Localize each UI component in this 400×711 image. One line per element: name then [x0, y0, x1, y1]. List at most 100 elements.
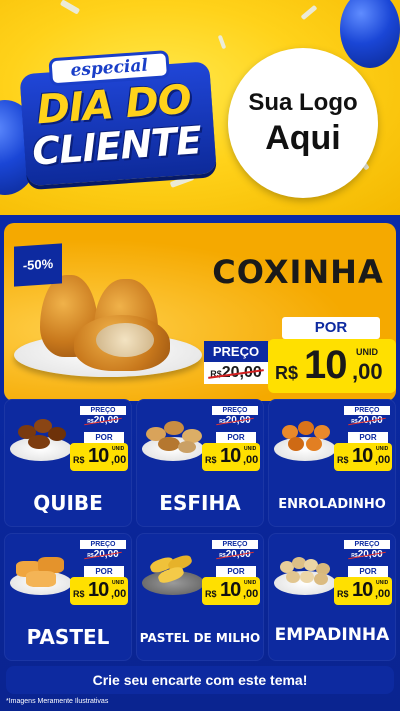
confetti-decoration	[59, 0, 81, 15]
pastel-food-image	[10, 545, 72, 599]
disclaimer-text: *Imagens Meramente Ilustrativas	[6, 698, 109, 705]
new-price-integer: 10	[352, 445, 373, 467]
product-name: QUIBE	[33, 491, 103, 515]
new-price-decimal: ,00	[243, 588, 259, 600]
new-price-integer: 10	[352, 579, 373, 601]
por-label: POR	[348, 432, 388, 443]
product-card-esfiha[interactable]: PREÇO R$20,00 POR R$ 10 UNID ,00 ESFIHA	[136, 399, 264, 527]
product-name: EMPADINHA	[274, 625, 390, 645]
enroladinho-food-image	[274, 411, 336, 465]
new-price-decimal: ,00	[111, 588, 127, 600]
confetti-decoration	[169, 174, 195, 188]
new-price-tag: R$ 10 UNID ,00	[334, 443, 392, 471]
new-price-integer: 10	[220, 445, 241, 467]
new-price-tag: R$ 10 UNID ,00	[268, 339, 396, 393]
dia-do-cliente-title: especial DIA DO CLIENTE	[9, 31, 218, 187]
old-price-amount: 20,00	[225, 415, 251, 426]
product-card-pastel[interactable]: PREÇO R$20,00 POR R$ 10 UNID ,00 PASTEL	[4, 533, 132, 661]
product-card-quibe[interactable]: PREÇO R$20,00 POR R$ 10 UNID ,00 QUIBE	[4, 399, 132, 527]
old-price-value: R$20,00	[344, 415, 390, 426]
new-price-decimal: ,00	[352, 359, 383, 384]
product-card-enroladinho[interactable]: PREÇO R$20,00 POR R$ 10 UNID ,00 ENROLAD…	[268, 399, 396, 527]
old-price-amount: 20,00	[93, 549, 119, 560]
new-price-currency: R$	[73, 589, 85, 599]
old-price-value: R$20,00	[212, 549, 258, 560]
old-price-tag: PREÇO R$20,00	[344, 406, 390, 426]
unit-label: UNID	[356, 347, 378, 357]
esfiha-food-image	[142, 411, 204, 465]
confetti-decoration	[300, 4, 318, 21]
product-name: ESFIHA	[159, 491, 241, 515]
old-price-value: R$20,00	[204, 362, 268, 384]
product-card-empadinha[interactable]: PREÇO R$20,00 POR R$ 10 UNID ,00 EMPADIN…	[268, 533, 396, 661]
logo-text-line-2: Aqui	[265, 118, 341, 157]
por-label: POR	[348, 566, 388, 577]
old-price-amount: 20,00	[357, 415, 383, 426]
old-price-tag: PREÇO R$20,00	[212, 540, 258, 560]
logo-text-line-1: Sua Logo	[248, 88, 358, 116]
balloon-right-decoration	[340, 0, 400, 68]
new-price-decimal: ,00	[111, 454, 127, 466]
pastel-de-milho-food-image	[142, 545, 204, 599]
old-price-value: R$20,00	[80, 549, 126, 560]
old-price-amount: 20,00	[225, 549, 251, 560]
new-price-currency: R$	[205, 455, 217, 465]
preco-label: PREÇO	[212, 406, 258, 415]
unit-label: UNID	[244, 446, 257, 452]
new-price-currency: R$	[337, 589, 349, 599]
unit-label: UNID	[244, 580, 257, 586]
product-name: PASTEL DE MILHO	[139, 631, 261, 645]
unit-label: UNID	[376, 580, 389, 586]
product-card-pastel-de-milho[interactable]: PREÇO R$20,00 POR R$ 10 UNID ,00 PASTEL …	[136, 533, 264, 661]
old-price-tag: PREÇO R$20,00	[212, 406, 258, 426]
preco-label: PREÇO	[204, 341, 268, 362]
new-price-integer: 10	[88, 445, 109, 467]
por-label: POR	[84, 432, 124, 443]
por-label: POR	[84, 566, 124, 577]
old-price-value: R$20,00	[212, 415, 258, 426]
cta-banner[interactable]: Crie seu encarte com este tema!	[6, 666, 394, 694]
offers-area: -50% COXINHA PREÇO R$20,00 POR R$ 10 UNI…	[0, 215, 400, 711]
por-label: POR	[216, 566, 256, 577]
coxinha-filling-graphic	[96, 323, 154, 357]
featured-offer-coxinha[interactable]: -50% COXINHA PREÇO R$20,00 POR R$ 10 UNI…	[4, 223, 396, 401]
featured-product-name: COXINHA	[212, 253, 384, 291]
new-price-tag: R$ 10 UNID ,00	[70, 443, 128, 471]
new-price-integer: 10	[304, 343, 347, 387]
product-name: ENROLADINHO	[278, 497, 386, 512]
product-name: PASTEL	[26, 625, 110, 649]
logo-placeholder[interactable]: Sua Logo Aqui	[228, 48, 378, 198]
preco-label: PREÇO	[212, 540, 258, 549]
new-price-currency: R$	[337, 455, 349, 465]
new-price-decimal: ,00	[375, 588, 391, 600]
new-price-tag: R$ 10 UNID ,00	[70, 577, 128, 605]
new-price-tag: R$ 10 UNID ,00	[334, 577, 392, 605]
unit-label: UNID	[112, 446, 125, 452]
empadinha-food-image	[274, 545, 336, 599]
old-price-amount: 20,00	[357, 549, 383, 560]
old-price-tag: PREÇO R$20,00	[344, 540, 390, 560]
new-price-currency: R$	[205, 589, 217, 599]
new-price-tag: R$ 10 UNID ,00	[202, 443, 260, 471]
new-price-currency: R$	[275, 363, 299, 383]
new-price-integer: 10	[88, 579, 109, 601]
por-label: POR	[282, 317, 380, 339]
unit-label: UNID	[112, 580, 125, 586]
preco-label: PREÇO	[80, 406, 126, 415]
confetti-decoration	[217, 34, 227, 50]
new-price-currency: R$	[73, 455, 85, 465]
old-price-value: R$20,00	[344, 549, 390, 560]
preco-label: PREÇO	[80, 540, 126, 549]
por-label: POR	[216, 432, 256, 443]
old-price-amount: 20,00	[93, 415, 119, 426]
quibe-food-image	[10, 411, 72, 465]
unit-label: UNID	[376, 446, 389, 452]
old-price-currency: R$	[210, 369, 222, 379]
header-banner: especial DIA DO CLIENTE Sua Logo Aqui	[0, 0, 400, 215]
old-price-tag: PREÇO R$20,00	[204, 341, 268, 384]
new-price-decimal: ,00	[375, 454, 391, 466]
old-price-value: R$20,00	[80, 415, 126, 426]
preco-label: PREÇO	[344, 540, 390, 549]
old-price-tag: PREÇO R$20,00	[80, 540, 126, 560]
discount-badge: -50%	[14, 243, 62, 287]
